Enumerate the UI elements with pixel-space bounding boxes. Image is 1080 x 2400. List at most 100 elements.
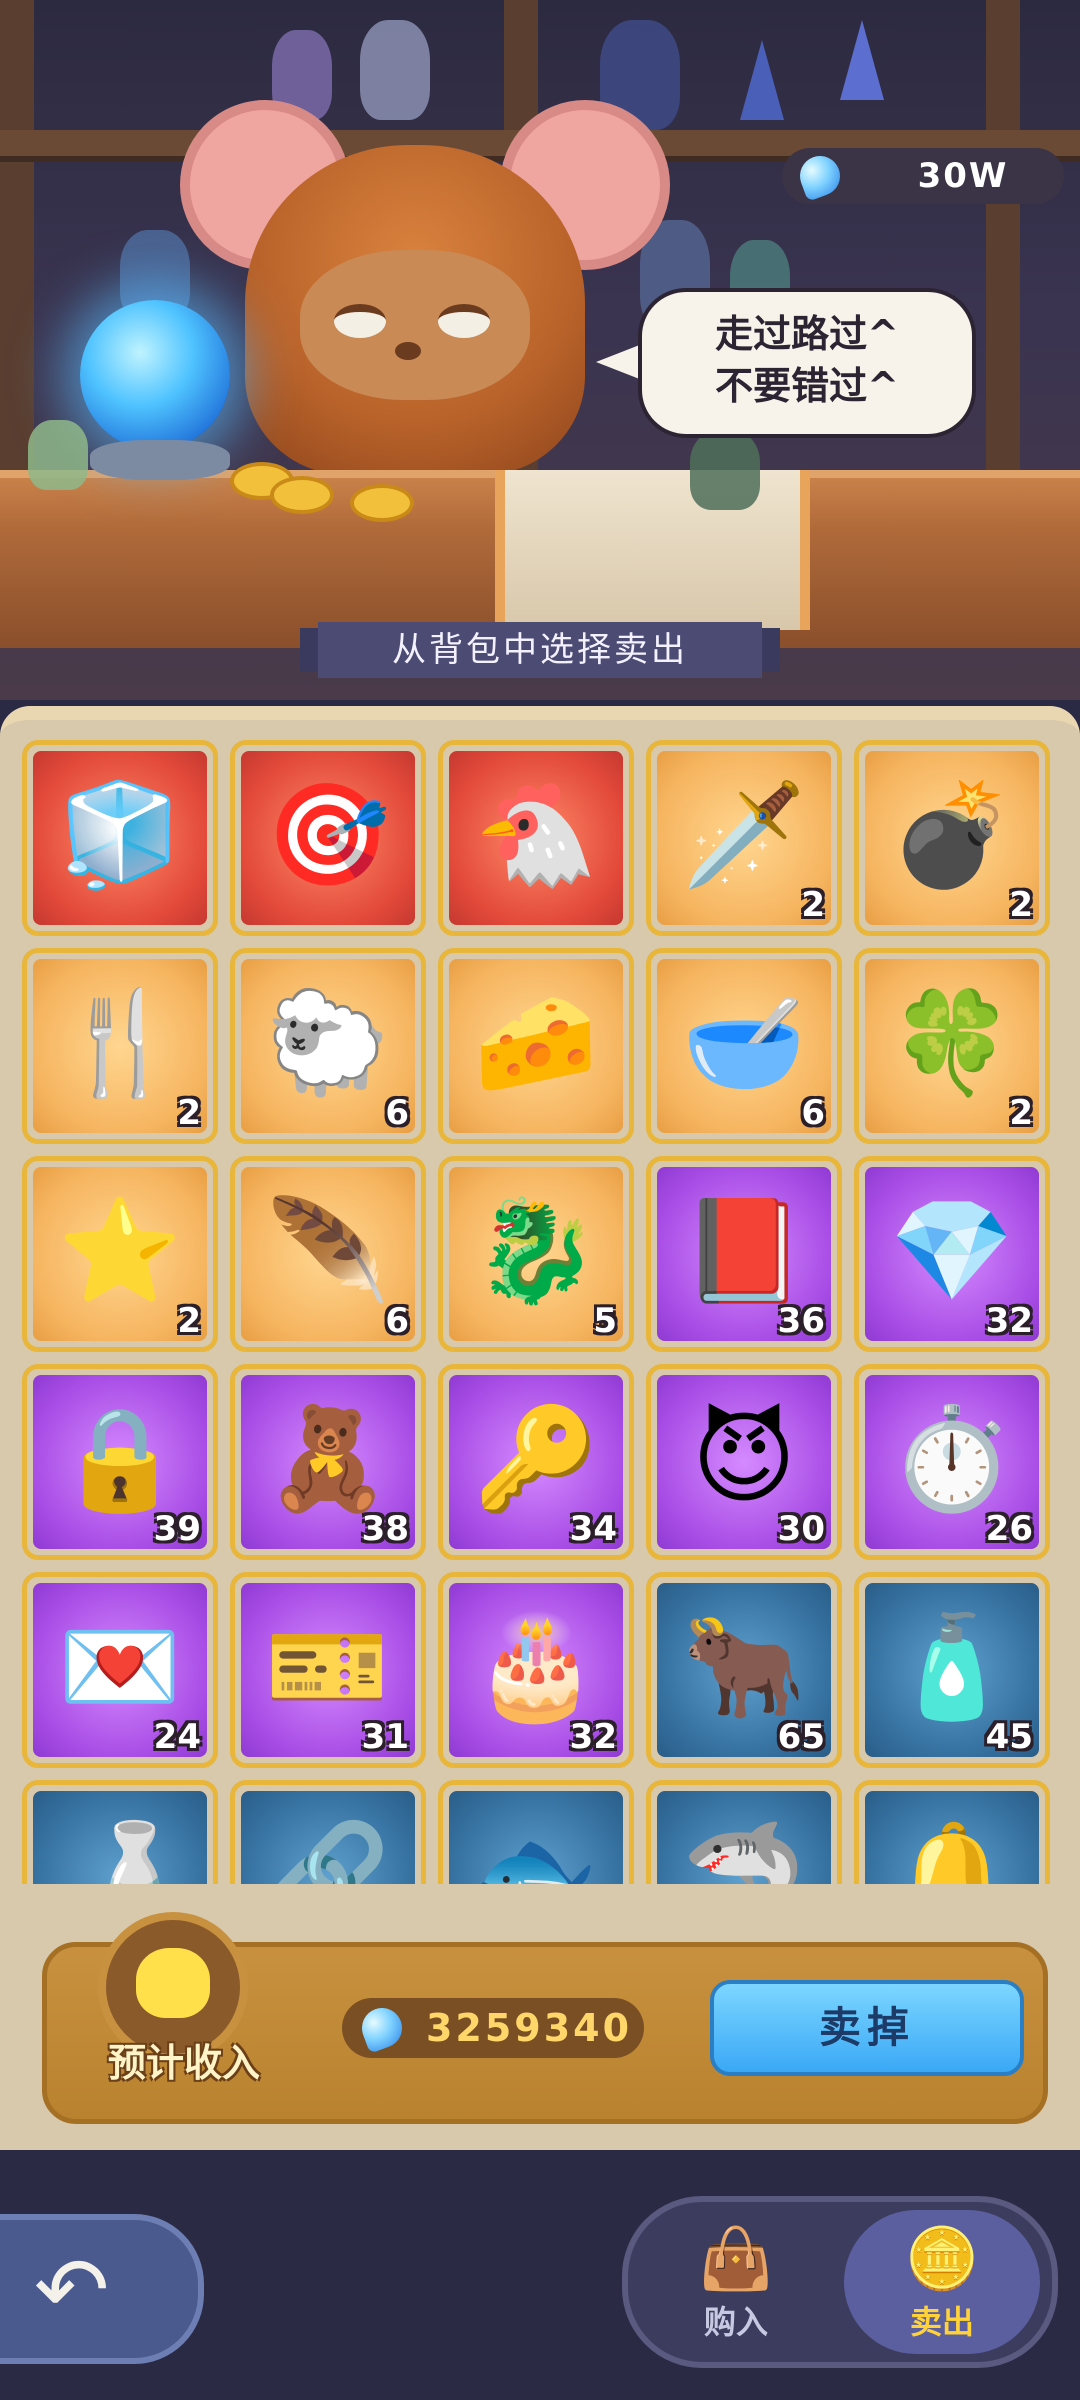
speech-bubble: 走过路过^ 不要错过^ (638, 288, 976, 438)
shop-tab-group: 👜 购入 🪙 卖出 (622, 2196, 1058, 2368)
mouse-nose (395, 342, 421, 360)
item-count: 2 (1009, 1093, 1033, 1133)
item-count: 36 (777, 1301, 825, 1341)
speech-line-2: 不要错过^ (715, 364, 899, 408)
inventory-grid[interactable]: 🧊 🎯 🐔 🗡️ 2 💣 2 🍴 2 🐑 6 🧀 🥣 6 🍀 2 ⭐ 2 🪶 6 🐉 5 📕 36 💎 32 🔒 39 🧸 38 🔑 34 😈 3… (18, 736, 1062, 1886)
item-count: 2 (801, 885, 825, 925)
item-count: 65 (777, 1717, 825, 1757)
inventory-item-chicken[interactable]: 🐔 (438, 740, 634, 936)
item-count: 2 (177, 1301, 201, 1341)
gold-coin (350, 484, 414, 522)
potion-bottle (28, 420, 88, 490)
blue-gem-icon: 💎 (889, 1192, 1015, 1309)
chicken-icon: 🐔 (473, 776, 599, 893)
blue-fin-icon: 🦈 (681, 1816, 807, 1886)
inventory-item-target-wheel[interactable]: 🎯 (230, 740, 426, 936)
inventory-item-water-bottle[interactable]: 🧴 45 (854, 1572, 1050, 1768)
blue-fish-icon: 🐟 (473, 1816, 599, 1886)
item-count: 45 (985, 1717, 1033, 1757)
inventory-item-chain-lock[interactable]: 🔒 39 (22, 1364, 218, 1560)
inventory-item-birthday-cake[interactable]: 🎂 32 (438, 1572, 634, 1768)
key-ring-icon: 🔗 (265, 1816, 391, 1886)
golden-dagger-icon: 🗡️ (681, 776, 807, 893)
inventory-item-golden-wing[interactable]: 🪶 6 (230, 1156, 426, 1352)
inventory-item-cheese[interactable]: 🧀 (438, 948, 634, 1144)
star-potion-icon: ⭐ (57, 1192, 183, 1309)
teddy-bear-icon: 🧸 (265, 1400, 391, 1517)
item-count: 31 (361, 1717, 409, 1757)
inventory-item-blue-gem[interactable]: 💎 32 (854, 1156, 1050, 1352)
tab-buy[interactable]: 👜 购入 (638, 2210, 834, 2354)
item-count: 26 (985, 1509, 1033, 1549)
inventory-item-star-potion[interactable]: ⭐ 2 (22, 1156, 218, 1352)
item-count: 32 (569, 1717, 617, 1757)
golden-bowl-icon: 🥣 (681, 984, 807, 1101)
tab-buy-label: 购入 (703, 2303, 768, 2341)
item-count: 34 (569, 1509, 617, 1549)
speech-line-1: 走过路过^ (715, 312, 899, 356)
love-letter-icon: 💌 (57, 1608, 183, 1725)
item-count: 38 (361, 1509, 409, 1549)
shelf-post (986, 0, 1020, 480)
inventory-item-golden-dagger[interactable]: 🗡️ 2 (646, 740, 842, 936)
inventory-item-candy-devil[interactable]: 😈 30 (646, 1364, 842, 1560)
item-count: 24 (153, 1717, 201, 1757)
birthday-cake-icon: 🎂 (473, 1608, 599, 1725)
inventory-item-golden-dragon[interactable]: 🐉 5 (438, 1156, 634, 1352)
inventory-item-ox-totem[interactable]: 🐂 65 (646, 1572, 842, 1768)
inventory-item-ice-cube[interactable]: 🧊 (22, 740, 218, 936)
inventory-item-small-bottle[interactable]: 🍶 (22, 1780, 218, 1886)
inventory-item-blue-fin[interactable]: 🦈 (646, 1780, 842, 1886)
crystal (840, 20, 884, 100)
inventory-item-clover-coin[interactable]: 🍀 2 (854, 948, 1050, 1144)
potion-bottle (360, 20, 430, 120)
target-wheel-icon: 🎯 (265, 776, 391, 893)
ice-cube-icon: 🧊 (57, 776, 183, 893)
inventory-item-love-letter[interactable]: 💌 24 (22, 1572, 218, 1768)
estimated-income-label: 预计收入 (107, 2041, 260, 2085)
inventory-item-star-cannon[interactable]: 💣 2 (854, 740, 1050, 936)
gold-coin (270, 476, 334, 514)
crystal (740, 40, 784, 120)
item-count: 5 (593, 1301, 617, 1341)
item-count: 39 (153, 1509, 201, 1549)
sell-instruction-banner: 从背包中选择卖出 (318, 622, 762, 678)
stopwatch-icon: ⏱️ (889, 1400, 1015, 1517)
sell-button[interactable]: 卖掉 (710, 1980, 1024, 2076)
inventory-item-key-ring[interactable]: 🔗 (230, 1780, 426, 1886)
shopping-bag-icon: 👜 (698, 2224, 774, 2294)
inventory-item-silver-key[interactable]: 🔑 34 (438, 1364, 634, 1560)
clover-coin-icon: 🍀 (889, 984, 1015, 1101)
item-count: 2 (1009, 885, 1033, 925)
candy-devil-icon: 😈 (691, 1400, 797, 1517)
tab-sell-label: 卖出 (909, 2303, 974, 2341)
inventory-item-vip-ticket[interactable]: 🎫 31 (230, 1572, 426, 1768)
inventory-item-red-book[interactable]: 📕 36 (646, 1156, 842, 1352)
inventory-item-golden-sheep[interactable]: 🐑 6 (230, 948, 426, 1144)
golden-fork-icon: 🍴 (57, 984, 183, 1101)
inventory-item-teddy-bear[interactable]: 🧸 38 (230, 1364, 426, 1560)
currency-value: 30W (917, 156, 1009, 196)
inventory-item-golden-bell[interactable]: 🔔 (854, 1780, 1050, 1886)
tab-sell[interactable]: 🪙 卖出 (844, 2210, 1040, 2354)
income-amount: 3259340 (425, 2006, 633, 2050)
crystal-ball (80, 300, 230, 450)
item-count: 6 (385, 1093, 409, 1133)
inventory-item-blue-fish[interactable]: 🐟 (438, 1780, 634, 1886)
golden-dragon-icon: 🐉 (473, 1192, 599, 1309)
item-count: 2 (177, 1093, 201, 1133)
water-bottle-icon: 🧴 (889, 1608, 1015, 1725)
mouse-eye (438, 304, 490, 338)
inventory-item-golden-fork[interactable]: 🍴 2 (22, 948, 218, 1144)
speech-bubble-tail (596, 344, 642, 380)
back-button[interactable]: ↶ (0, 2214, 204, 2364)
sack-fill (136, 1948, 210, 2018)
golden-sheep-icon: 🐑 (265, 984, 391, 1101)
counter-cloth (495, 470, 810, 630)
inventory-item-stopwatch[interactable]: ⏱️ 26 (854, 1364, 1050, 1560)
potion-bottle (690, 430, 760, 510)
inventory-item-golden-bowl[interactable]: 🥣 6 (646, 948, 842, 1144)
back-arrow-icon: ↶ (34, 2238, 110, 2343)
ox-totem-icon: 🐂 (681, 1608, 807, 1725)
item-count: 6 (385, 1301, 409, 1341)
